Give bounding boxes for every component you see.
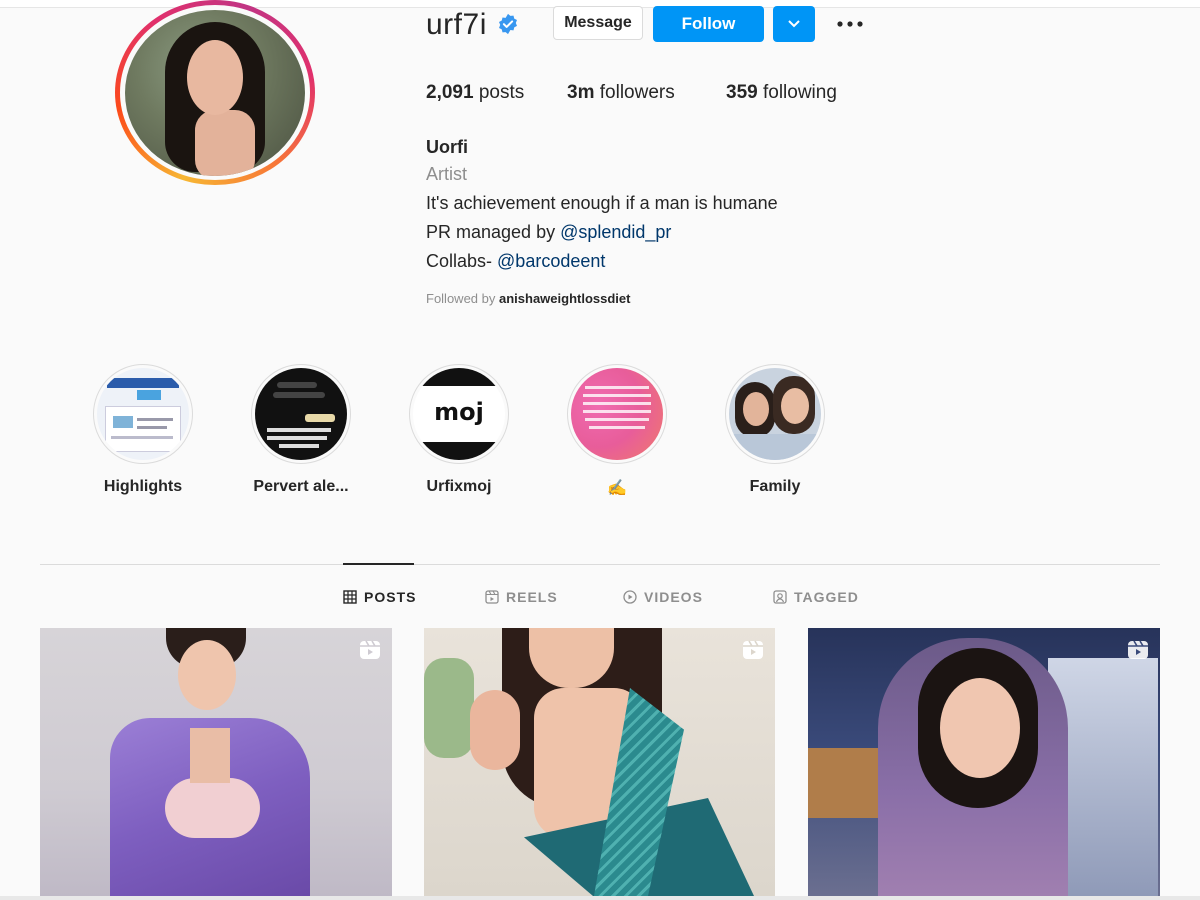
verified-badge-icon [499,13,517,35]
moj-logo: moj [434,398,484,426]
tab-posts[interactable]: POSTS [343,589,416,605]
reel-icon [360,640,380,659]
following-link[interactable]: 359 following [726,82,837,104]
bio-text-line: PR managed by @splendid_pr [426,222,672,242]
highlight-cover [97,368,189,460]
message-button[interactable]: Message [553,6,643,40]
follow-button[interactable]: Follow [653,6,764,42]
highlight-cover: moj [413,368,505,460]
reel-icon [743,640,763,659]
highlight-label: Pervert ale... [253,478,349,495]
profile-username: urf7i [426,8,487,41]
active-tab-indicator [343,563,414,565]
bio-text-line: It's achievement enough if a man is huma… [426,193,778,213]
post-thumbnail[interactable] [40,628,392,896]
suggested-dropdown-button[interactable] [773,6,815,42]
post-thumbnail[interactable] [808,628,1160,896]
avatar-image [125,9,305,176]
play-icon [623,590,637,604]
profile-avatar[interactable] [115,0,315,185]
tab-videos[interactable]: VIDEOS [623,589,703,605]
bio-mention-link[interactable]: @splendid_pr [560,222,671,242]
bio-full-name: Uorfi [426,137,468,157]
followed-by-text[interactable]: Followed by anishaweightlossdiet [426,291,630,306]
more-options-button[interactable] [832,8,868,40]
highlight-cover [571,368,663,460]
highlight-item[interactable]: ✍️ [547,364,687,498]
bottom-edge [0,896,1200,900]
bio-text-line: Collabs- @barcodeent [426,251,606,271]
highlight-item[interactable]: moj Urfixmoj [389,364,529,496]
highlight-item[interactable]: Highlights [73,364,213,496]
reels-icon [485,590,499,604]
post-thumbnail[interactable] [424,628,775,896]
highlight-label: Family [749,478,801,495]
reel-icon [1128,640,1148,659]
grid-icon [343,590,357,604]
highlight-label: ✍️ [607,480,627,497]
highlight-label: Urfixmoj [426,478,492,495]
highlight-item[interactable]: Pervert ale... [231,364,371,496]
bio-category: Artist [426,164,468,184]
highlight-label: Highlights [103,478,183,495]
tab-tagged[interactable]: TAGGED [773,589,859,605]
posts-count: 2,091 posts [426,82,525,103]
chevron-down-icon [788,20,800,28]
followers-link[interactable]: 3m followers [567,82,675,104]
more-dots-icon [837,21,863,27]
tag-person-icon [773,590,787,604]
section-divider [40,564,1160,565]
tab-reels[interactable]: REELS [485,589,558,605]
highlight-cover [255,368,347,460]
highlight-item[interactable]: Family [705,364,845,496]
bio-mention-link[interactable]: @barcodeent [497,251,605,271]
highlight-cover [729,368,821,460]
